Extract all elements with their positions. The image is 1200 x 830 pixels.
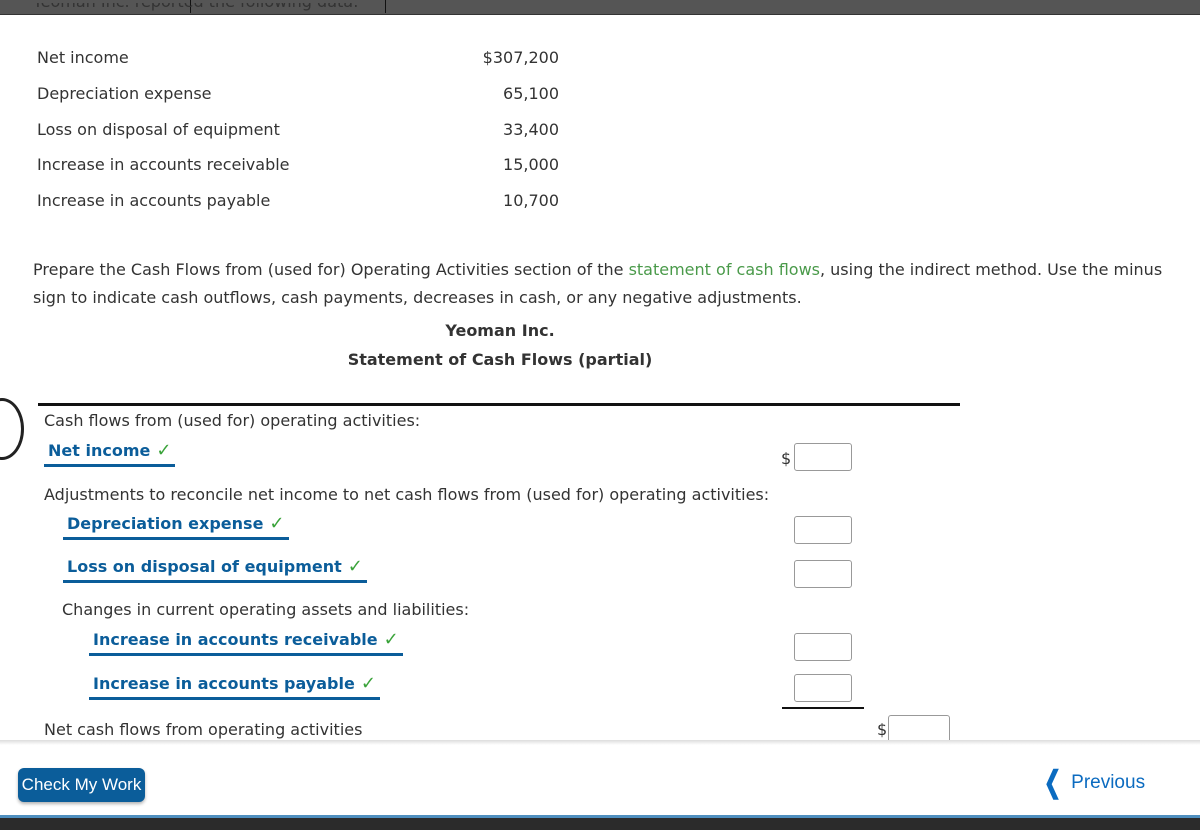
check-icon: ✓ [360,673,376,694]
net-cash-label: Net cash flows from operating activities [44,720,363,739]
accounts-payable-input[interactable] [794,674,852,702]
check-my-work-button[interactable]: Check My Work [18,768,145,802]
dollar-sign: $ [877,720,888,739]
check-icon: ✓ [269,513,285,534]
check-icon: ✓ [156,440,172,461]
net-income-answer[interactable]: Net income ✓ [44,440,176,467]
instructions: Prepare the Cash Flows from (used for) O… [33,260,1163,307]
header-rule [38,403,960,406]
dollar-sign: $ [781,449,792,468]
check-icon: ✓ [347,556,363,577]
footer-bar [0,745,1200,815]
statement-of-cash-flows-link[interactable]: statement of cash flows [629,260,820,279]
changes-heading: Changes in current operating assets and … [62,600,470,619]
partial-circle-graphic [0,398,24,460]
bottom-bar [0,815,1200,830]
accounts-payable-answer[interactable]: Increase in accounts payable ✓ [89,673,380,700]
adjustments-heading: Adjustments to reconcile net income to n… [44,485,770,504]
subtotal-underline [782,707,864,709]
depreciation-input[interactable] [794,516,852,544]
toolbar-divider [385,0,386,13]
chevron-left-icon: ❮ [1043,766,1062,799]
company-name: Yeoman Inc. [445,321,555,340]
section-heading: Cash flows from (used for) operating act… [44,411,421,430]
net-income-input[interactable] [794,443,852,471]
statement-title: Statement of Cash Flows (partial) [347,350,653,369]
intro-text: Yeoman Inc. reported the following data: [33,3,358,17]
previous-button[interactable]: ❮ Previous [1040,768,1145,798]
accounts-receivable-input[interactable] [794,633,852,661]
check-icon: ✓ [383,629,399,650]
loss-on-disposal-input[interactable] [794,560,852,588]
loss-on-disposal-answer[interactable]: Loss on disposal of equipment ✓ [63,556,367,583]
accounts-receivable-answer[interactable]: Increase in accounts receivable ✓ [89,629,403,656]
net-cash-input[interactable] [888,715,950,743]
depreciation-answer[interactable]: Depreciation expense ✓ [63,513,289,540]
